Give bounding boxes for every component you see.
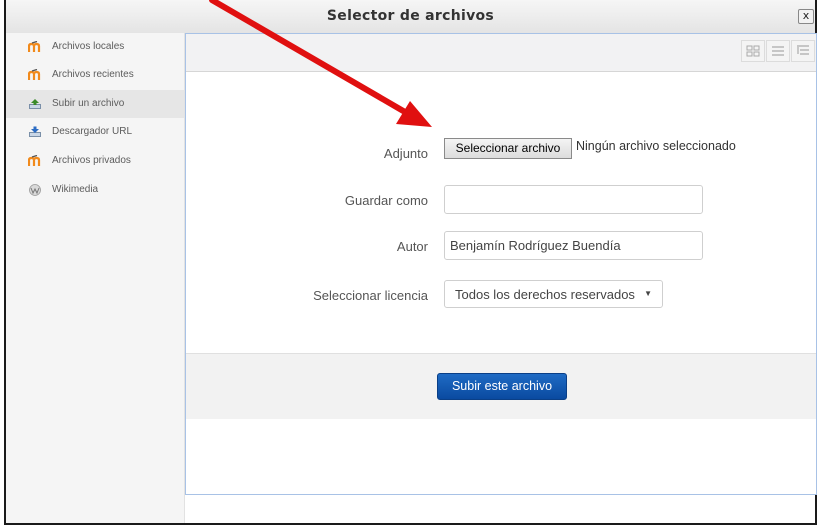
dialog-titlebar[interactable]: Selector de archivos x xyxy=(6,0,815,34)
save-as-input[interactable] xyxy=(444,185,703,214)
form-footer: Subir este archivo xyxy=(186,353,816,419)
wikimedia-icon xyxy=(29,184,41,196)
icons-view-button[interactable] xyxy=(741,40,765,62)
tree-view-button[interactable] xyxy=(791,40,815,62)
repository-sidebar: Archivos locales Archivos recientes Subi… xyxy=(6,33,185,523)
close-button[interactable]: x xyxy=(798,9,814,24)
download-icon xyxy=(29,126,41,137)
sidebar-item-archivos-locales[interactable]: Archivos locales xyxy=(6,33,184,61)
chevron-down-icon: ▼ xyxy=(644,289,652,298)
license-selected-value: Todos los derechos reservados xyxy=(455,287,635,302)
moodle-icon xyxy=(28,41,41,52)
list-view-icon xyxy=(772,46,784,56)
sidebar-item-label: Archivos recientes xyxy=(52,69,134,80)
sidebar-item-subir-archivo[interactable]: Subir un archivo xyxy=(6,90,184,118)
moodle-icon xyxy=(28,69,41,80)
sidebar-item-archivos-privados[interactable]: Archivos privados xyxy=(6,147,184,175)
attachment-label: Adjunto xyxy=(383,146,428,161)
file-picker-dialog: Selector de archivos x Archivos locales … xyxy=(4,0,817,525)
moodle-icon xyxy=(28,155,41,166)
upload-panel: Adjunto Seleccionar archivo Ningún archi… xyxy=(185,33,817,495)
sidebar-item-descargador-url[interactable]: Descargador URL xyxy=(6,118,184,146)
sidebar-item-wikimedia[interactable]: Wikimedia xyxy=(6,176,184,204)
sidebar-item-label: Descargador URL xyxy=(52,126,133,137)
view-toolbar xyxy=(186,34,816,72)
sidebar-item-label: Archivos locales xyxy=(52,41,125,52)
author-input[interactable]: Benjamín Rodríguez Buendía xyxy=(444,231,703,260)
upload-submit-button[interactable]: Subir este archivo xyxy=(437,373,567,400)
choose-file-button[interactable]: Seleccionar archivo xyxy=(444,138,572,159)
sidebar-item-label: Archivos privados xyxy=(52,155,131,166)
upload-icon xyxy=(29,99,41,109)
author-label: Autor xyxy=(396,239,428,254)
tree-view-icon xyxy=(797,45,809,55)
license-select[interactable]: Todos los derechos reservados ▼ xyxy=(444,280,663,308)
no-file-selected-text: Ningún archivo seleccionado xyxy=(576,139,736,153)
sidebar-item-label: Wikimedia xyxy=(52,184,99,195)
list-view-button[interactable] xyxy=(766,40,790,62)
sidebar-item-archivos-recientes[interactable]: Archivos recientes xyxy=(6,61,184,89)
save-as-label: Guardar como xyxy=(344,193,428,208)
dialog-title: Selector de archivos xyxy=(326,8,495,24)
icons-view-icon xyxy=(746,45,760,57)
license-label: Seleccionar licencia xyxy=(313,288,428,303)
sidebar-item-label: Subir un archivo xyxy=(52,98,125,109)
